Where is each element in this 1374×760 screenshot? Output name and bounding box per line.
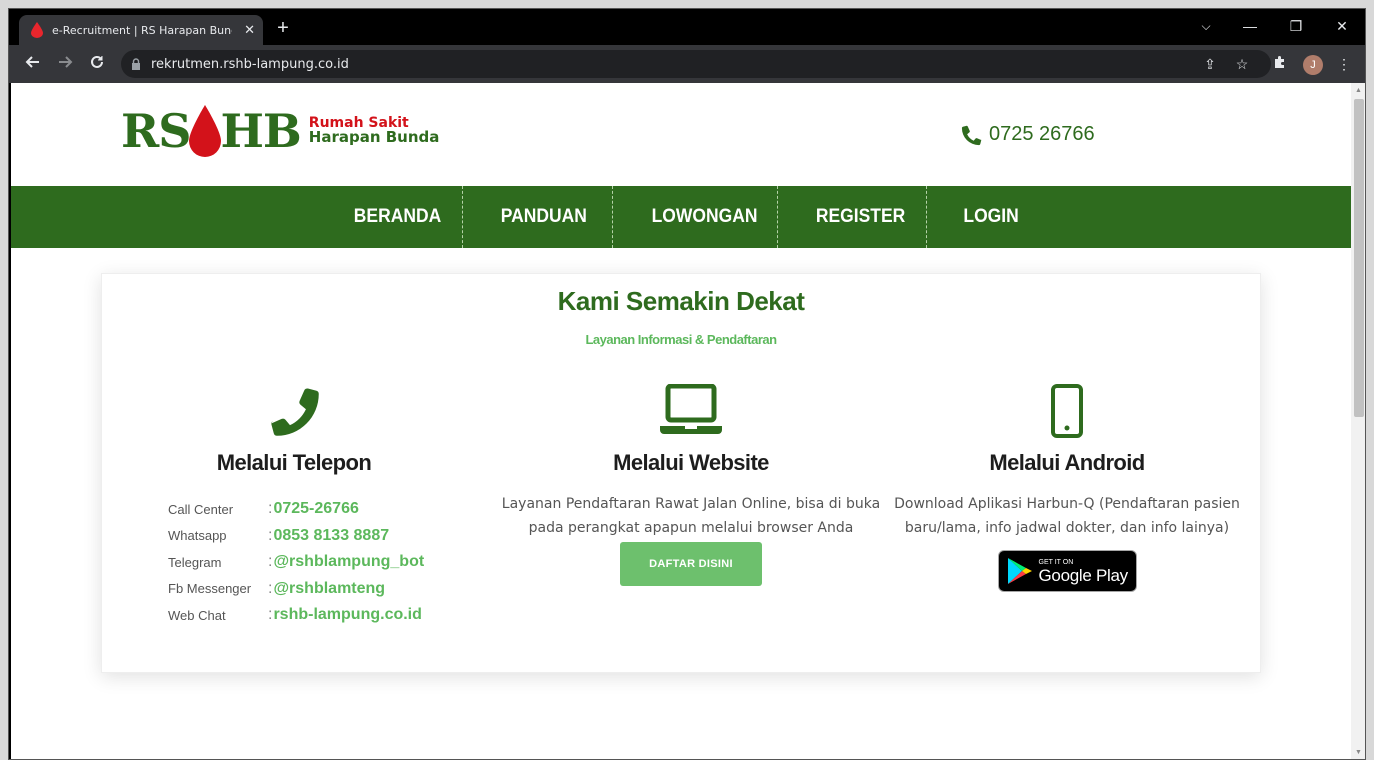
google-play-icon	[1007, 558, 1032, 584]
reload-button[interactable]	[85, 52, 109, 76]
contact-value-link[interactable]: :0725-26766	[268, 500, 359, 518]
close-window-button[interactable]: ✕	[1327, 15, 1357, 39]
contact-row: Web Chat :rshb-lampung.co.id	[168, 602, 424, 629]
contact-row: Telegram :@rshblampung_bot	[168, 549, 424, 576]
logo-text: Rumah Sakit Harapan Bunda	[309, 116, 440, 146]
card-title: Kami Semakin Dekat	[557, 286, 805, 316]
contact-value-link[interactable]: :rshb-lampung.co.id	[268, 606, 422, 624]
page-scrollbar[interactable]: ▲ ▼	[1351, 83, 1365, 759]
bookmark-star-icon[interactable]: ☆	[1231, 52, 1253, 76]
daftar-disini-button[interactable]: DAFTAR DISINI	[620, 542, 762, 586]
mobile-icon	[1051, 384, 1083, 438]
tab-title: e-Recruitment | RS Harapan Bunda	[52, 23, 232, 37]
tab-search-icon[interactable]: ⌵	[1191, 15, 1221, 39]
lock-icon	[132, 58, 140, 70]
contact-label: Web Chat	[168, 607, 226, 623]
nav-beranda[interactable]: BERANDA	[354, 186, 441, 248]
android-description: Download Aplikasi Harbun-Q (Pendaftaran …	[894, 496, 1240, 536]
menu-kebab-icon[interactable]: ⋮	[1333, 52, 1355, 76]
nav-lowongan[interactable]: LOWONGAN	[652, 186, 758, 248]
website-title: Melalui Website	[613, 450, 769, 475]
phone-icon	[961, 125, 982, 145]
contact-value-link[interactable]: :@rshblampung_bot	[268, 553, 424, 571]
url-text: rekrutmen.rshb-lampung.co.id	[151, 56, 349, 72]
logo-letters-right: HB	[220, 104, 301, 158]
nav-panduan[interactable]: PANDUAN	[501, 186, 587, 248]
android-title: Melalui Android	[989, 450, 1145, 475]
nav-divider	[612, 186, 613, 248]
contact-row: Fb Messenger :@rshblamteng	[168, 576, 424, 603]
contact-row: Whatsapp :0853 8133 8887	[168, 523, 424, 550]
logo-line-2: Harapan Bunda	[308, 128, 440, 147]
google-play-badge[interactable]: GET IT ON Google Play	[997, 550, 1137, 592]
contact-value-link[interactable]: :0853 8133 8887	[268, 527, 389, 545]
laptop-icon	[660, 384, 722, 434]
contact-row: Call Center :0725-26766	[168, 496, 424, 523]
reload-icon	[91, 55, 103, 68]
header-phone-number: 0725 26766	[989, 123, 1095, 145]
contact-value-link[interactable]: :@rshblamteng	[268, 580, 385, 598]
nav-login[interactable]: LOGIN	[963, 186, 1018, 248]
rshb-logo[interactable]: RS HB Rumah Sakit Harapan Bunda	[121, 105, 439, 157]
blood-drop-favicon-icon	[31, 22, 43, 38]
contact-label: Call Center	[168, 501, 234, 517]
forward-arrow-icon	[59, 56, 73, 68]
column-telepon: Melalui Telepon	[104, 384, 484, 476]
logo-blood-drop-icon	[189, 105, 222, 157]
minimize-button[interactable]: —	[1235, 15, 1265, 39]
extensions-puzzle-icon[interactable]	[1269, 52, 1291, 76]
tab-strip: e-Recruitment | RS Harapan Bunda ✕ + ⌵ —…	[9, 9, 1365, 45]
contact-label: Fb Messenger	[168, 581, 252, 597]
scroll-thumb[interactable]	[1354, 99, 1364, 417]
logo-letters-left: RS	[121, 104, 191, 158]
contact-label: Whatsapp	[168, 528, 227, 544]
contact-card: Kami Semakin Dekat Layanan Informasi & P…	[101, 273, 1261, 673]
telepon-title: Melalui Telepon	[216, 450, 372, 475]
puzzle-icon	[1275, 56, 1284, 68]
contact-list: Call Center :0725-26766 Whatsapp :0853 8…	[168, 496, 424, 629]
google-play-big: Google Play	[1038, 565, 1129, 585]
scroll-up-icon[interactable]: ▲	[1355, 87, 1362, 94]
main-navbar: BERANDA PANDUAN LOWONGAN REGISTER LOGIN	[11, 186, 1351, 248]
nav-register[interactable]: REGISTER	[816, 186, 905, 248]
restore-button[interactable]: ❐	[1281, 15, 1311, 39]
page-viewport: RS HB Rumah Sakit Harapan Bunda 0725 267…	[11, 83, 1351, 759]
new-tab-button[interactable]: +	[271, 17, 295, 41]
contact-label: Telegram	[168, 554, 222, 570]
tab-active[interactable]: e-Recruitment | RS Harapan Bunda ✕	[19, 15, 263, 45]
nav-divider	[462, 186, 463, 248]
address-bar[interactable]: rekrutmen.rshb-lampung.co.id	[121, 50, 1271, 78]
google-play-small: GET IT ON	[1038, 558, 1074, 566]
share-icon[interactable]: ⇪	[1199, 52, 1221, 76]
website-description: Layanan Pendaftaran Rawat Jalan Online, …	[501, 496, 881, 536]
back-arrow-icon	[25, 56, 39, 68]
tab-close-icon[interactable]: ✕	[244, 22, 255, 38]
phone-icon	[271, 388, 319, 436]
card-subtitle: Layanan Informasi & Pendaftaran	[585, 332, 777, 347]
forward-button[interactable]	[53, 52, 77, 76]
scroll-down-icon[interactable]: ▼	[1355, 749, 1362, 756]
nav-divider	[777, 186, 778, 248]
profile-avatar[interactable]: J	[1303, 55, 1323, 75]
site-header: RS HB Rumah Sakit Harapan Bunda 0725 267…	[11, 83, 1351, 186]
nav-divider	[926, 186, 927, 248]
back-button[interactable]	[21, 52, 45, 76]
browser-window: e-Recruitment | RS Harapan Bunda ✕ + ⌵ —…	[8, 8, 1366, 760]
column-android: Melalui Android Download Aplikasi Harbun…	[877, 384, 1257, 592]
header-phone[interactable]: 0725 26766	[961, 123, 1095, 146]
google-play-text: GET IT ON Google Play	[1038, 558, 1129, 585]
browser-toolbar: rekrutmen.rshb-lampung.co.id ⇪ ☆ J ⋮	[9, 45, 1365, 83]
column-website: Melalui Website Layanan Pendaftaran Rawa…	[501, 384, 881, 586]
